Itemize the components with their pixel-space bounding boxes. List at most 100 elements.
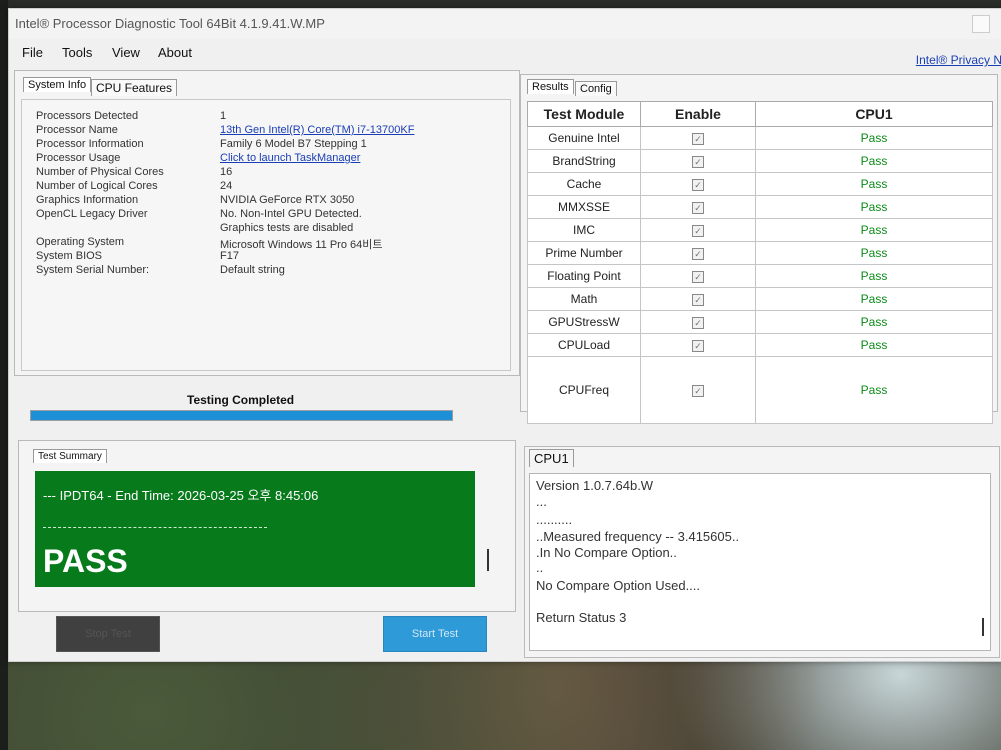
module-name: Floating Point bbox=[527, 264, 641, 288]
info-label: Number of Physical Cores bbox=[36, 166, 164, 178]
log-line: Return Status 3 bbox=[536, 610, 627, 625]
test-status: Pass bbox=[755, 287, 993, 311]
processor-name-link[interactable]: 13th Gen Intel(R) Core(TM) i7-13700KF bbox=[220, 124, 414, 136]
tab-cpu1[interactable]: CPU1 bbox=[529, 449, 574, 467]
results-table: Test Module Enable CPU1 Genuine Intel ✓ … bbox=[527, 101, 993, 424]
log-line: Version 1.0.7.64b.W bbox=[536, 478, 654, 493]
start-test-button[interactable]: Start Test bbox=[383, 616, 487, 652]
checkbox-checked-icon[interactable]: ✓ bbox=[692, 340, 704, 352]
system-info-panel: System Info CPU Features Processors Dete… bbox=[14, 70, 520, 376]
test-status: Pass bbox=[755, 310, 993, 334]
table-row: CPUFreq ✓ Pass bbox=[527, 356, 993, 424]
module-name: Genuine Intel bbox=[527, 126, 641, 150]
info-value: 1 bbox=[220, 110, 227, 122]
table-row: Cache ✓ Pass bbox=[527, 172, 993, 196]
test-status: Pass bbox=[755, 333, 993, 357]
info-label: Operating System bbox=[36, 236, 125, 248]
log-line: No Compare Option Used.... bbox=[536, 578, 701, 593]
system-info-list: Processors Detected 1 Processor Name 13t… bbox=[21, 99, 511, 371]
info-value: Graphics tests are disabled bbox=[220, 222, 354, 234]
checkbox-checked-icon[interactable]: ✓ bbox=[692, 294, 704, 306]
window-title: Intel® Processor Diagnostic Tool 64Bit 4… bbox=[15, 16, 325, 31]
test-status: Pass bbox=[755, 241, 993, 265]
checkbox-checked-icon[interactable]: ✓ bbox=[692, 133, 704, 145]
tab-test-summary[interactable]: Test Summary bbox=[33, 449, 107, 463]
checkbox-checked-icon[interactable]: ✓ bbox=[692, 156, 704, 168]
info-label: Number of Logical Cores bbox=[36, 180, 158, 192]
progress-fill bbox=[31, 411, 452, 420]
info-value: Family 6 Model B7 Stepping 1 bbox=[220, 138, 367, 150]
module-name: Prime Number bbox=[527, 241, 641, 265]
info-value: Microsoft Windows 11 Pro 64비트 bbox=[220, 239, 383, 251]
testing-status-label: Testing Completed bbox=[187, 393, 295, 407]
header-test-module: Test Module bbox=[527, 101, 641, 127]
privacy-link[interactable]: Intel® Privacy N bbox=[916, 53, 1001, 67]
results-panel: Results Config Test Module Enable CPU1 G… bbox=[520, 74, 998, 424]
window-close-icon[interactable] bbox=[972, 15, 990, 33]
tab-config[interactable]: Config bbox=[575, 81, 617, 96]
menu-tools[interactable]: Tools bbox=[62, 45, 92, 60]
module-name: Math bbox=[527, 287, 641, 311]
table-row: Floating Point ✓ Pass bbox=[527, 264, 993, 288]
checkbox-checked-icon[interactable]: ✓ bbox=[692, 385, 704, 397]
table-row: MMXSSE ✓ Pass bbox=[527, 195, 993, 219]
test-status: Pass bbox=[755, 195, 993, 219]
info-value: Default string bbox=[220, 264, 285, 276]
cpu-log-text: Version 1.0.7.64b.W ... .......... ..Mea… bbox=[529, 473, 991, 651]
info-label: System BIOS bbox=[36, 250, 103, 262]
module-name: CPULoad bbox=[527, 333, 641, 357]
table-row: CPULoad ✓ Pass bbox=[527, 333, 993, 357]
checkbox-checked-icon[interactable]: ✓ bbox=[692, 317, 704, 329]
log-line: ..Measured frequency -- 3.415605.. bbox=[536, 529, 740, 544]
table-row: BrandString ✓ Pass bbox=[527, 149, 993, 173]
header-cpu1: CPU1 bbox=[755, 101, 993, 127]
info-label: OpenCL Legacy Driver bbox=[36, 208, 148, 220]
info-label: Processor Name bbox=[36, 124, 118, 136]
checkbox-checked-icon[interactable]: ✓ bbox=[692, 271, 704, 283]
menu-view[interactable]: View bbox=[112, 45, 140, 60]
log-line: .......... bbox=[536, 512, 573, 527]
module-name: IMC bbox=[527, 218, 641, 242]
task-manager-link[interactable]: Click to launch TaskManager bbox=[220, 152, 360, 164]
title-bar: Intel® Processor Diagnostic Tool 64Bit 4… bbox=[9, 9, 1001, 39]
info-label: Processors Detected bbox=[36, 110, 139, 122]
desktop-left-edge bbox=[0, 0, 8, 750]
test-summary-panel: Test Summary --- IPDT64 - End Time: 2026… bbox=[18, 440, 516, 612]
tab-results[interactable]: Results bbox=[527, 79, 574, 94]
stop-test-button[interactable]: Stop Test bbox=[56, 616, 160, 652]
info-label: Processor Usage bbox=[36, 152, 121, 164]
summary-result-box: --- IPDT64 - End Time: 2026-03-25 오후 8:4… bbox=[35, 471, 475, 587]
cpu-log-scrollbar[interactable] bbox=[982, 618, 984, 636]
module-name: BrandString bbox=[527, 149, 641, 173]
info-value: No. Non-Intel GPU Detected. bbox=[220, 208, 362, 220]
cpu-log-panel: CPU1 Version 1.0.7.64b.W ... .......... … bbox=[524, 446, 1000, 658]
test-status: Pass bbox=[755, 172, 993, 196]
module-name: MMXSSE bbox=[527, 195, 641, 219]
test-status: Pass bbox=[755, 218, 993, 242]
menu-bar: File Tools View About bbox=[9, 41, 1001, 65]
progress-bar bbox=[30, 410, 453, 421]
menu-file[interactable]: File bbox=[22, 45, 43, 60]
info-label: System Serial Number: bbox=[36, 264, 150, 276]
log-line: .In No Compare Option.. bbox=[536, 545, 677, 560]
test-status: Pass bbox=[755, 126, 993, 150]
header-enable: Enable bbox=[640, 101, 756, 127]
info-value: 16 bbox=[220, 166, 233, 178]
summary-scrollbar[interactable] bbox=[487, 549, 489, 571]
info-value: 24 bbox=[220, 180, 233, 192]
table-row: IMC ✓ Pass bbox=[527, 218, 993, 242]
module-name: GPUStressW bbox=[527, 310, 641, 334]
summary-result: PASS bbox=[43, 543, 128, 579]
info-value: NVIDIA GeForce RTX 3050 bbox=[220, 194, 355, 206]
checkbox-checked-icon[interactable]: ✓ bbox=[692, 179, 704, 191]
checkbox-checked-icon[interactable]: ✓ bbox=[692, 248, 704, 260]
table-row: Prime Number ✓ Pass bbox=[527, 241, 993, 265]
checkbox-checked-icon[interactable]: ✓ bbox=[692, 202, 704, 214]
tab-cpu-features[interactable]: CPU Features bbox=[91, 79, 178, 96]
log-line: .. bbox=[536, 560, 544, 575]
checkbox-checked-icon[interactable]: ✓ bbox=[692, 225, 704, 237]
summary-end-time: --- IPDT64 - End Time: 2026-03-25 오후 8:4… bbox=[43, 488, 319, 503]
info-label: Processor Information bbox=[36, 138, 144, 150]
menu-about[interactable]: About bbox=[158, 45, 192, 60]
tab-system-info[interactable]: System Info bbox=[23, 77, 92, 92]
